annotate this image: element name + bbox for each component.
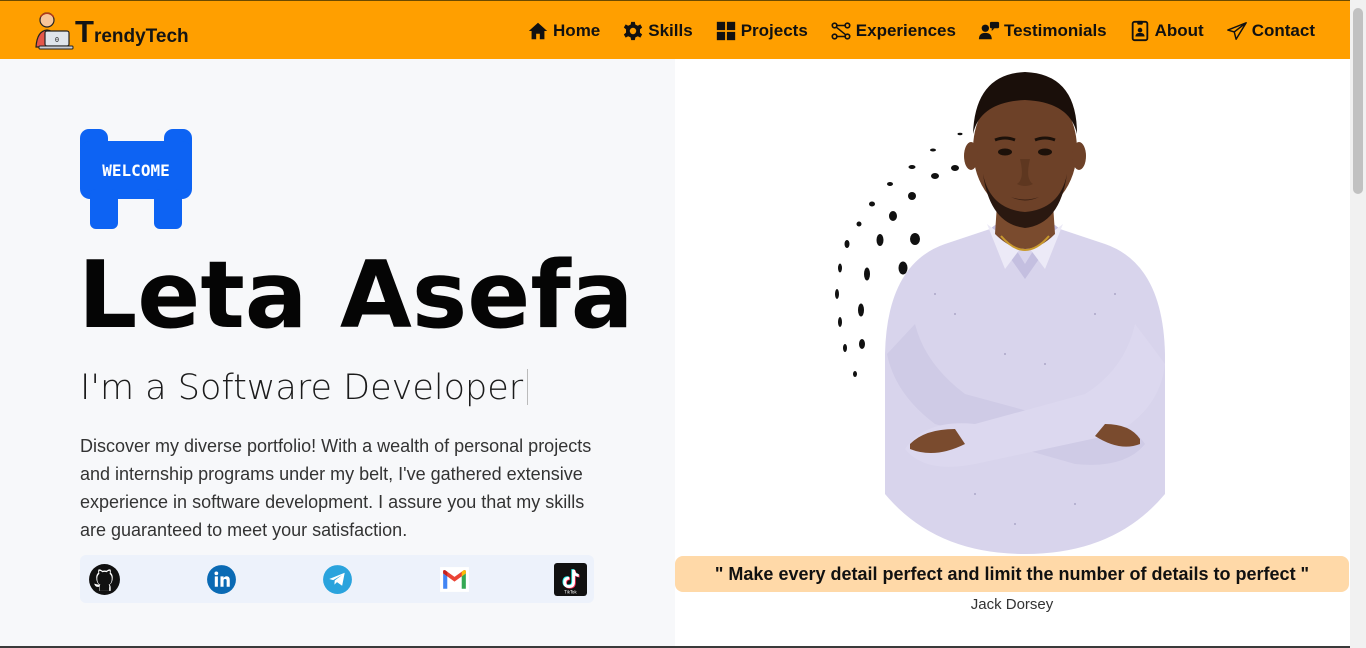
nav-label: Contact <box>1251 20 1315 40</box>
social-link-gmail[interactable] <box>438 563 471 596</box>
page-scrollbar[interactable] <box>1350 0 1366 648</box>
quote-text: " Make every detail perfect and limit th… <box>714 563 1310 584</box>
hero-intro: WELCOME Leta Asefa I'm a Software Develo… <box>0 59 675 648</box>
hero-role: I'm a Software Developer <box>80 368 529 408</box>
nav-item-skills[interactable]: Skills <box>622 20 693 42</box>
navbar: 0 TrendyTech Home Skills Projects Experi… <box>0 0 1350 59</box>
brand-rest: rendyTech <box>93 26 189 47</box>
nav-label: Testimonials <box>1003 20 1107 40</box>
hero-name: Leta Asefa <box>78 241 634 349</box>
profile-photo <box>835 72 1165 554</box>
nav-label: Home <box>553 20 601 40</box>
social-link-telegram[interactable] <box>321 563 354 596</box>
nav-item-projects[interactable]: Projects <box>715 20 808 42</box>
nav-item-experiences[interactable]: Experiences <box>830 20 956 42</box>
role-text: I'm a Software Developer <box>80 368 524 408</box>
social-link-linkedin[interactable] <box>205 563 238 596</box>
brand-initial: T <box>75 14 94 49</box>
gear-icon <box>624 21 643 40</box>
nav-menu: Home Skills Projects Experiences Testimo… <box>527 1 1315 60</box>
grid-icon <box>716 21 735 40</box>
quote-author: Jack Dorsey <box>970 596 1054 613</box>
nav-item-testimonials[interactable]: Testimonials <box>978 20 1107 42</box>
user-comment-icon <box>978 21 1000 39</box>
nav-item-contact[interactable]: Contact <box>1226 20 1315 42</box>
welcome-sign-icon: WELCOME <box>80 129 192 229</box>
social-link-github[interactable] <box>88 563 121 596</box>
flow-icon <box>831 21 851 40</box>
hero-description: Discover my diverse portfolio! With a we… <box>80 436 592 540</box>
nav-label: Skills <box>648 20 693 40</box>
welcome-sign-text: WELCOME <box>102 161 169 180</box>
github-icon <box>89 563 120 595</box>
nav-item-about[interactable]: About <box>1129 20 1204 42</box>
typing-cursor <box>527 369 529 405</box>
nav-item-home[interactable]: Home <box>527 20 600 42</box>
tiktok-icon: TikTok <box>554 562 587 596</box>
social-links: TikTok <box>80 555 594 603</box>
tiktok-label: TikTok <box>563 589 577 594</box>
paper-plane-icon <box>1226 21 1247 40</box>
hero-photo-panel: " Make every detail perfect and limit th… <box>675 59 1350 648</box>
gmail-icon <box>439 566 469 592</box>
home-icon <box>528 22 548 39</box>
scrollbar-thumb[interactable] <box>1353 8 1363 194</box>
id-card-icon <box>1131 20 1148 41</box>
linkedin-icon <box>206 564 236 594</box>
developer-laptop-icon: 0 <box>35 12 74 50</box>
brand-logo[interactable]: 0 TrendyTech <box>33 9 189 51</box>
telegram-icon <box>323 564 352 594</box>
nav-label: Projects <box>740 20 808 40</box>
nav-label: Experiences <box>855 20 956 40</box>
social-link-tiktok[interactable]: TikTok <box>554 562 587 596</box>
brand-name: TrendyTech <box>75 16 189 48</box>
svg-text:0: 0 <box>55 36 59 44</box>
portfolio-page: 0 TrendyTech Home Skills Projects Experi… <box>0 0 1366 648</box>
quote-banner: " Make every detail perfect and limit th… <box>675 556 1349 592</box>
nav-label: About <box>1154 20 1204 40</box>
